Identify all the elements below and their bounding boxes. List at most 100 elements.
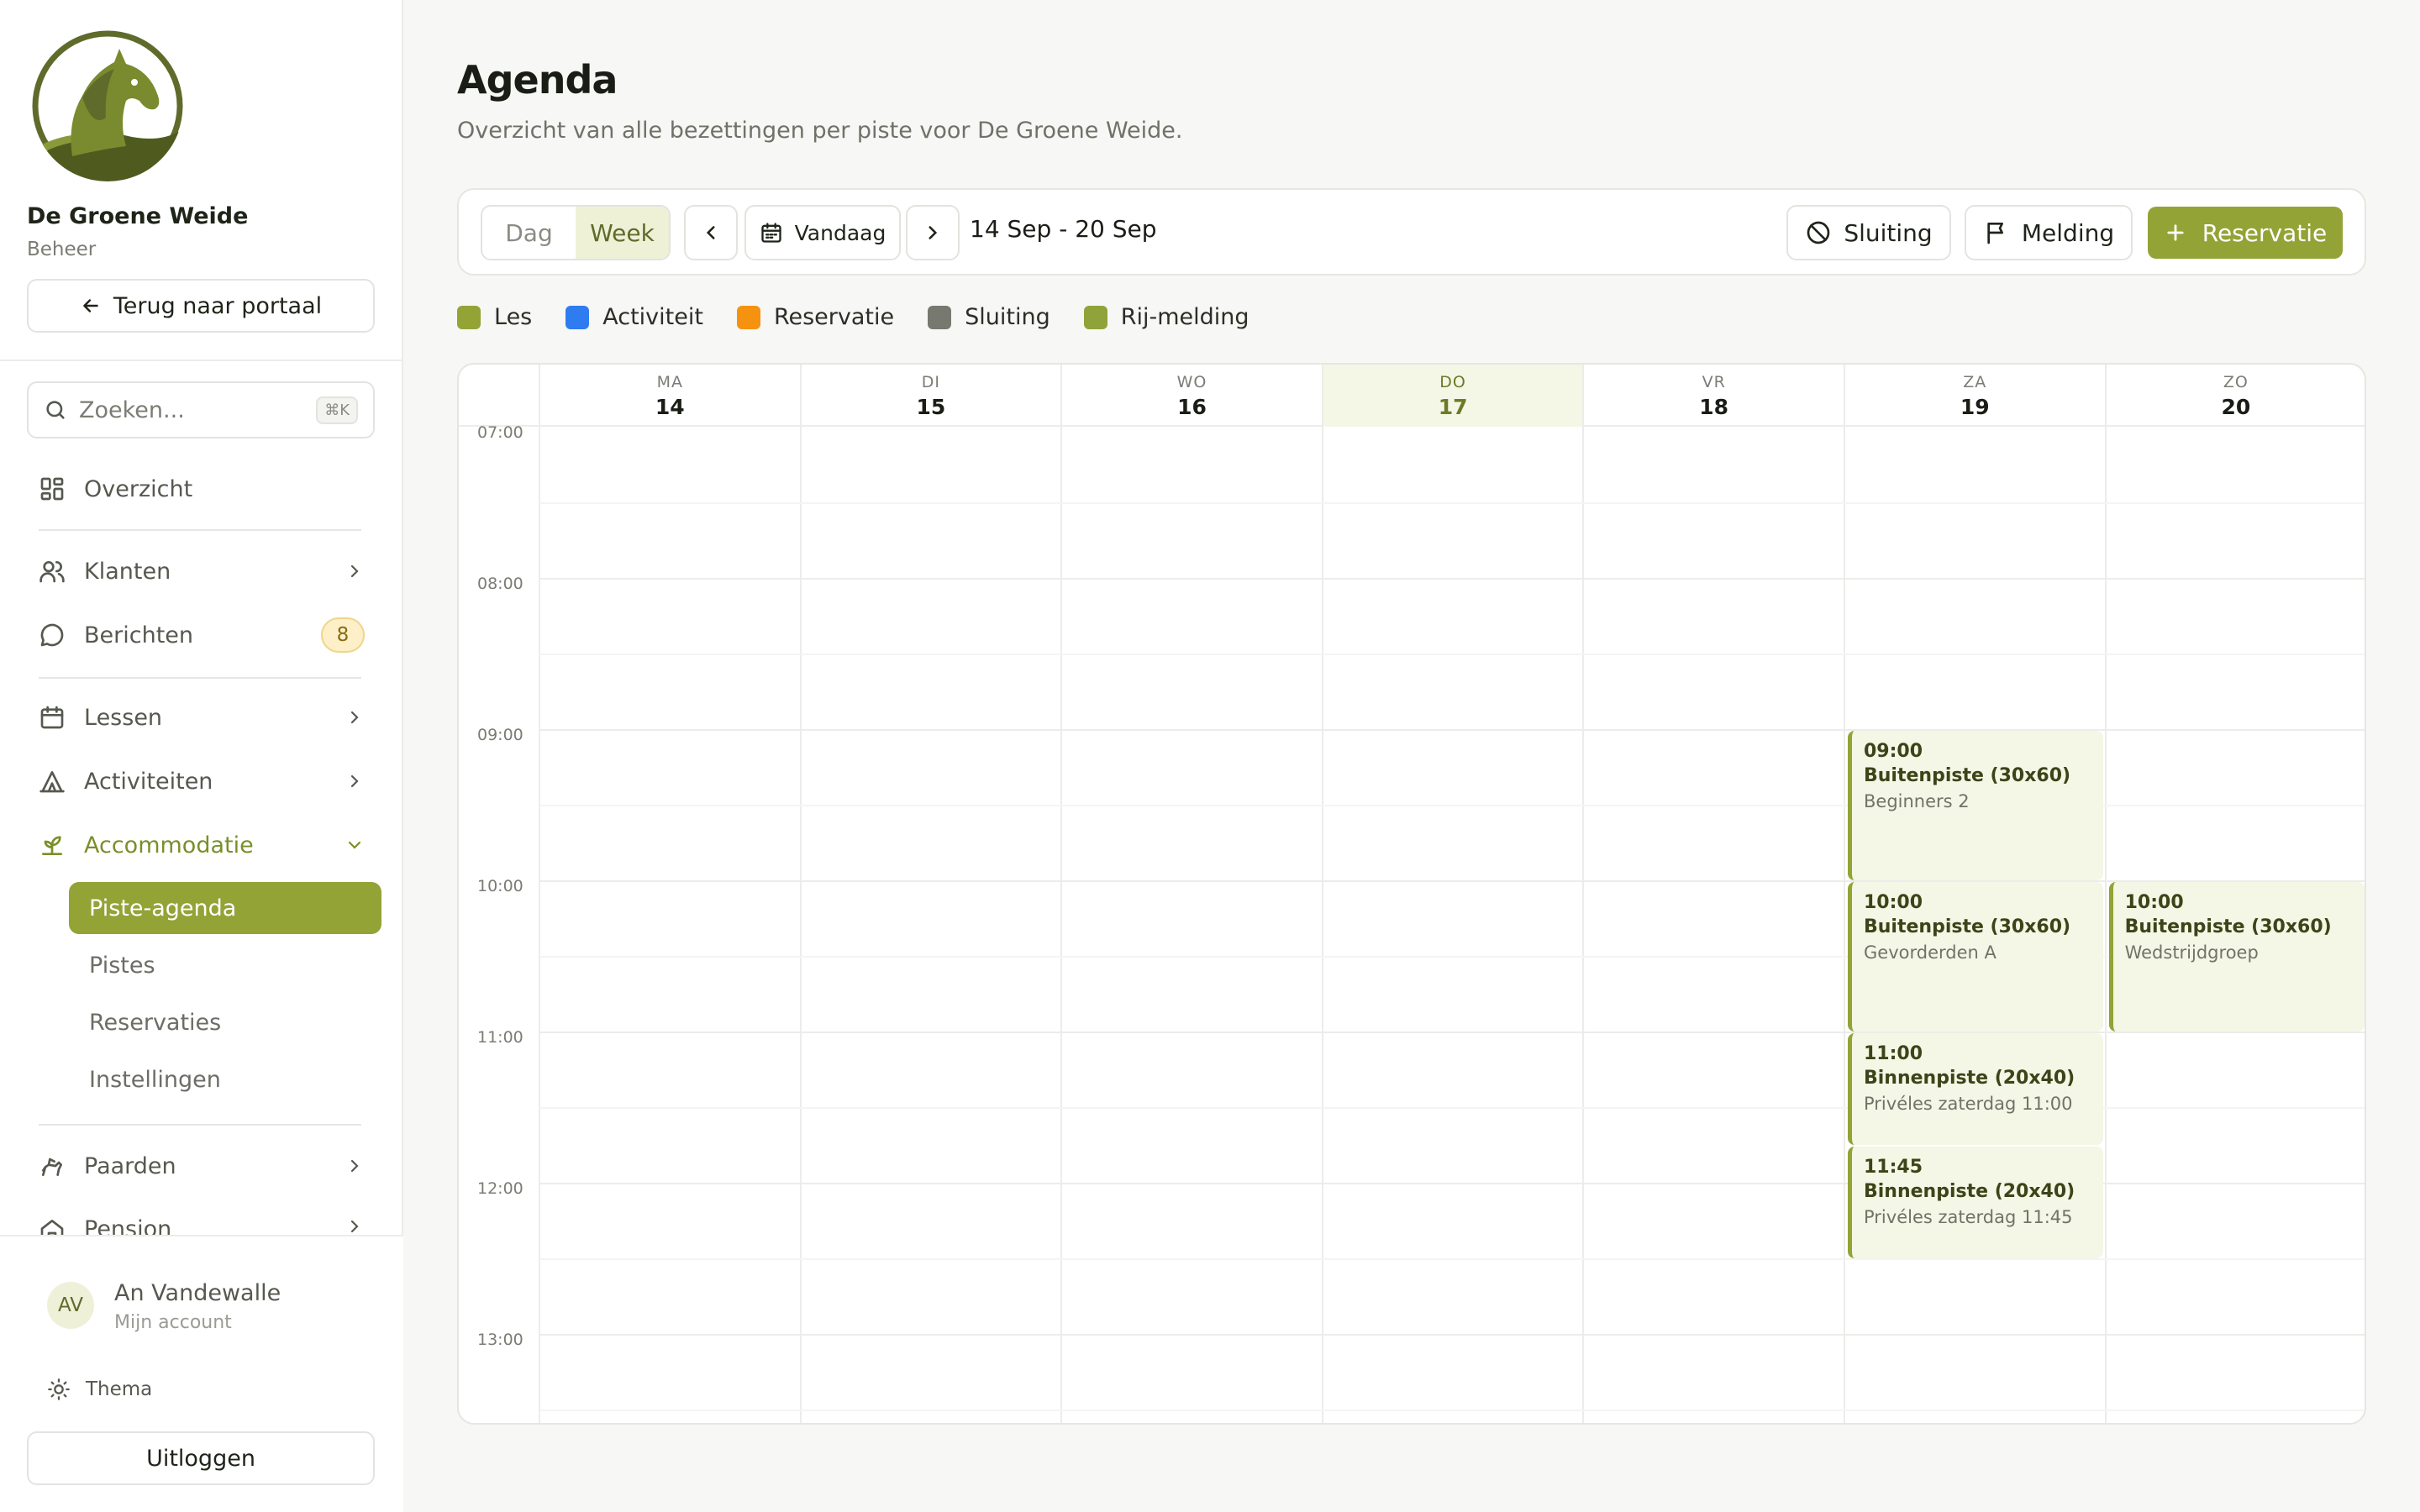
- sidebar-item-berichten[interactable]: Berichten 8: [39, 610, 365, 660]
- new-reservation-button[interactable]: Reservatie: [2148, 207, 2343, 259]
- closure-label: Sluiting: [1844, 218, 1933, 247]
- sidebar-item-label: Pension: [84, 1216, 172, 1235]
- event-type-legend: Les Activiteit Reservatie Sluiting Rij-meldi…: [457, 304, 1249, 330]
- sidebar-item-accommodatie[interactable]: Accommodatie: [39, 820, 365, 870]
- back-to-portal-button[interactable]: Terug naar portaal: [27, 279, 375, 333]
- sidebar: De Groene Weide Beheer Terug naar portaa…: [0, 0, 403, 1512]
- sidebar-item-pension[interactable]: Pension: [39, 1205, 365, 1235]
- event-time: 11:00: [1864, 1043, 1923, 1064]
- day-column-divider: [2104, 365, 2107, 1423]
- event-piste: Binnenpiste (20x40): [1864, 1068, 2075, 1089]
- event-time: 10:00: [2124, 892, 2184, 913]
- event-group: Privéles zaterdag 11:00: [1864, 1094, 2073, 1114]
- today-button[interactable]: Vandaag: [744, 205, 901, 260]
- event-piste: Binnenpiste (20x40): [1864, 1181, 2075, 1202]
- sun-icon: [47, 1378, 71, 1401]
- event-piste: Buitenpiste (30x60): [1864, 765, 2071, 786]
- sidebar-item-paarden[interactable]: Paarden: [39, 1141, 365, 1191]
- day-date: 16: [1177, 394, 1207, 419]
- hour-line: [539, 1334, 2365, 1336]
- theme-label: Thema: [86, 1378, 153, 1400]
- event-piste: Buitenpiste (30x60): [1864, 916, 2071, 937]
- organisation-role: Beheer: [27, 239, 97, 260]
- sidebar-subitem-reservaties[interactable]: Reservaties: [69, 996, 381, 1048]
- user-account-link[interactable]: Mijn account: [114, 1312, 232, 1333]
- event-time: 09:00: [1864, 741, 1923, 762]
- time-label: 09:00: [477, 726, 523, 744]
- page-subtitle: Overzicht van alle bezettingen per piste…: [457, 118, 1183, 144]
- day-column-divider: [539, 365, 540, 1423]
- page-title: Agenda: [457, 57, 618, 102]
- calendar-event[interactable]: 10:00 Buitenpiste (30x60) Wedstrijdgroep: [2108, 882, 2365, 1032]
- day-column-divider: [799, 365, 802, 1423]
- event-group: Privéles zaterdag 11:45: [1864, 1207, 2073, 1227]
- day-header[interactable]: DO 17: [1322, 365, 1584, 427]
- day-name: ZO: [2223, 372, 2249, 391]
- calendar-event[interactable]: 11:00 Binnenpiste (20x40) Privéles zaterda…: [1848, 1033, 2103, 1145]
- event-group: Gevorderden A: [1864, 942, 1996, 963]
- day-header[interactable]: DI 15: [801, 365, 1062, 427]
- notice-button[interactable]: Melding: [1965, 205, 2133, 260]
- legend-item: Les: [457, 304, 532, 330]
- search-input[interactable]: Zoeken... ⌘K: [27, 381, 375, 438]
- calendar-event[interactable]: 09:00 Buitenpiste (30x60) Beginners 2: [1848, 731, 2103, 880]
- legend-label: Les: [494, 304, 533, 330]
- theme-toggle[interactable]: Thema: [47, 1378, 152, 1401]
- search-shortcut: ⌘K: [316, 396, 358, 424]
- sidebar-subitem-instellingen[interactable]: Instellingen: [69, 1053, 381, 1105]
- sidebar-item-klanten[interactable]: Klanten: [39, 546, 365, 596]
- legend-swatch: [736, 305, 760, 329]
- day-header[interactable]: ZO 20: [2106, 365, 2365, 427]
- user-name[interactable]: An Vandewalle: [114, 1280, 281, 1306]
- previous-week-button[interactable]: [684, 205, 738, 260]
- half-hour-line: [539, 1258, 2365, 1260]
- view-switch: Dag Week: [481, 205, 671, 260]
- half-hour-line: [539, 502, 2365, 504]
- legend-item: Reservatie: [736, 304, 894, 330]
- day-date: 15: [916, 394, 946, 419]
- day-column-divider: [1582, 365, 1585, 1423]
- day-header[interactable]: MA 14: [539, 365, 801, 427]
- unread-count-badge: 8: [321, 617, 365, 653]
- sidebar-subitem-piste-agenda[interactable]: Piste-agenda: [69, 882, 381, 934]
- logout-button[interactable]: Uitloggen: [27, 1431, 375, 1485]
- event-group: Wedstrijdgroep: [2124, 942, 2259, 963]
- avatar[interactable]: AV: [47, 1282, 94, 1329]
- sidebar-item-label: Berichten: [84, 622, 194, 648]
- nav-divider: [39, 1124, 361, 1126]
- sidebar-subitem-pistes[interactable]: Pistes: [69, 939, 381, 991]
- half-hour-line: [539, 1410, 2365, 1411]
- next-week-button[interactable]: [906, 205, 960, 260]
- sidebar-item-overzicht[interactable]: Overzicht: [39, 464, 365, 514]
- sidebar-divider: [0, 1235, 403, 1236]
- flag-icon: [1983, 219, 2010, 246]
- grid-icon: [39, 475, 66, 502]
- day-column-divider: [1060, 365, 1063, 1423]
- event-time: 11:45: [1864, 1157, 1923, 1178]
- calendar-event[interactable]: 11:45 Binnenpiste (20x40) Privéles zaterda…: [1848, 1147, 2103, 1258]
- plus-icon: [2164, 221, 2187, 244]
- day-header[interactable]: WO 16: [1061, 365, 1323, 427]
- calendar-icon: [39, 704, 66, 731]
- users-icon: [39, 558, 66, 585]
- day-date: 14: [655, 394, 685, 419]
- view-week-tab[interactable]: Week: [576, 207, 669, 259]
- sidebar-item-activiteiten[interactable]: Activiteiten: [39, 756, 365, 806]
- chevron-right-icon: [345, 707, 365, 727]
- day-header[interactable]: VR 18: [1583, 365, 1844, 427]
- day-header[interactable]: ZA 19: [1844, 365, 2106, 427]
- closure-button[interactable]: Sluiting: [1786, 205, 1951, 260]
- sidebar-divider: [0, 360, 403, 361]
- tent-icon: [39, 768, 66, 795]
- message-circle-icon: [39, 622, 66, 648]
- legend-item: Sluiting: [928, 304, 1050, 330]
- chevron-right-icon: [345, 771, 365, 791]
- day-date: 20: [2221, 394, 2251, 419]
- legend-swatch: [928, 305, 952, 329]
- sidebar-item-lessen[interactable]: Lessen: [39, 692, 365, 743]
- time-label: 11:00: [477, 1028, 523, 1047]
- view-day-tab[interactable]: Dag: [482, 207, 576, 259]
- horse-icon: [39, 1152, 66, 1179]
- legend-item: Rij-melding: [1083, 304, 1249, 330]
- calendar-event[interactable]: 10:00 Buitenpiste (30x60) Gevorderden A: [1848, 882, 2103, 1032]
